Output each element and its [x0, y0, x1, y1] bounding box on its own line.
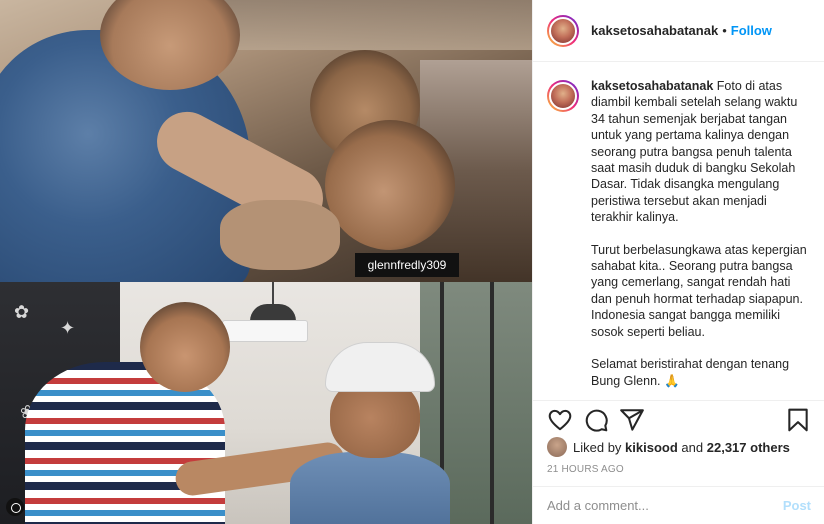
caption-avatar[interactable] — [547, 80, 579, 112]
header-username[interactable]: kaksetosahabatanak — [591, 23, 718, 38]
likes-summary: Liked by kikisood and 22,317 others — [547, 436, 790, 458]
old-photo: glennfredly309 — [0, 0, 532, 282]
comment-icon[interactable] — [583, 407, 609, 433]
liker-username[interactable]: kikisood — [625, 440, 678, 455]
post-timestamp[interactable]: 21 HOURS AGO — [547, 464, 624, 475]
post-comment-button[interactable]: Post — [783, 498, 811, 513]
caption-username[interactable]: kaksetosahabatanak — [591, 79, 713, 93]
post-photo[interactable]: glennfredly309 ✿ ✦ ❀ — [0, 0, 532, 524]
follow-button[interactable]: Follow — [731, 23, 772, 38]
likes-count-link[interactable]: 22,317 others — [707, 440, 790, 455]
caption-paragraph-3: Selamat beristirahat dengan tenang Bung … — [591, 357, 790, 388]
comment-bar: Post — [533, 486, 824, 524]
share-icon[interactable] — [619, 407, 645, 433]
liker-avatar[interactable] — [547, 437, 567, 457]
action-bar — [533, 400, 824, 436]
avatar[interactable] — [547, 14, 579, 47]
pendant-lamp — [250, 282, 296, 324]
post-header: kaksetosahabatanak • Follow — [533, 0, 824, 62]
bookmark-icon[interactable] — [785, 407, 811, 433]
heart-icon[interactable] — [547, 407, 573, 433]
separator-dot: • — [722, 23, 727, 38]
caption-area: kaksetosahabatanak Foto di atas diambil … — [533, 62, 824, 400]
tagged-users-icon[interactable] — [6, 498, 24, 516]
caption-paragraph-1: Foto di atas diambil kembali setelah sel… — [591, 79, 798, 225]
photo-watermark: glennfredly309 — [355, 253, 459, 277]
comment-input[interactable] — [547, 498, 783, 513]
recent-photo: ✿ ✦ ❀ — [0, 282, 532, 524]
caption-text: kaksetosahabatanak Foto di atas diambil … — [591, 78, 811, 400]
post-side-panel: kaksetosahabatanak • Follow kaksetosahab… — [532, 0, 824, 524]
caption-paragraph-2: Turut berbelasungkawa atas kepergian sah… — [591, 242, 807, 339]
